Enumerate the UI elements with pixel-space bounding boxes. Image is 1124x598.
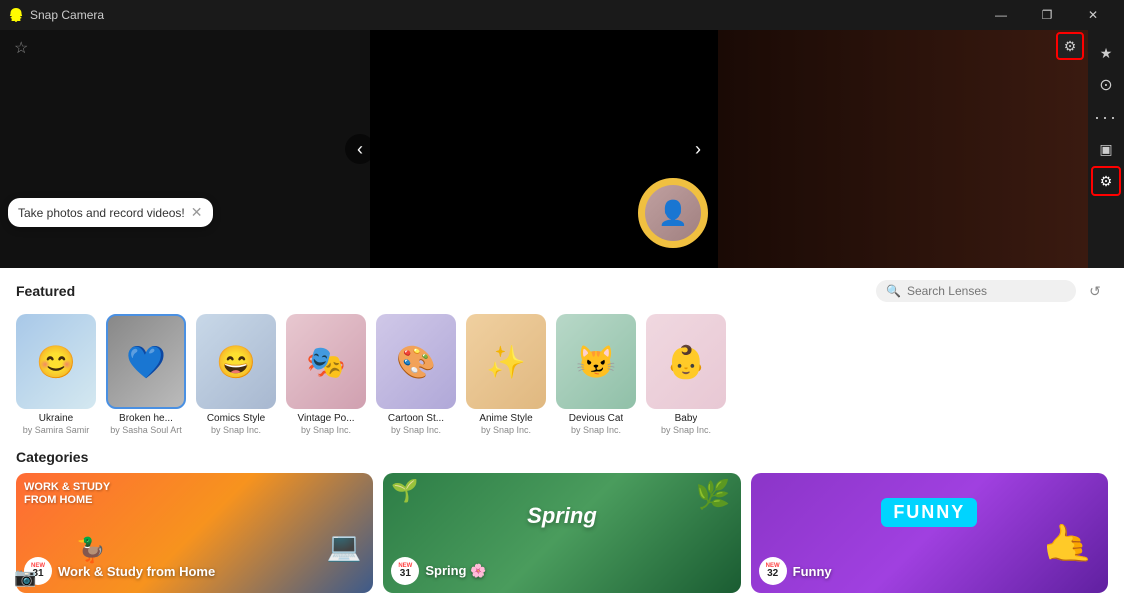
featured-title: Featured — [16, 283, 75, 299]
spring-leaves-icon: 🌿 — [696, 478, 731, 511]
settings-sidebar-icon: ⚙ — [1100, 173, 1113, 190]
lens-item[interactable]: 🎨 Cartoon St...by Snap Inc. — [376, 314, 456, 435]
lens-creator: by Snap Inc. — [301, 425, 351, 435]
lens-item[interactable]: ✨ Anime Styleby Snap Inc. — [466, 314, 546, 435]
lens-thumb-img: 🎭 — [286, 314, 366, 409]
lens-item[interactable]: 💙 Broken he...by Sasha Soul Art — [106, 314, 186, 435]
top-gear-button[interactable]: ⚙ — [1056, 32, 1084, 60]
funny-label-area: NEW 32 Funny — [759, 557, 1100, 585]
lens-name: Cartoon St... — [388, 413, 444, 425]
title-bar-left: Snap Camera — [8, 7, 104, 23]
sidebar-more-button[interactable]: ··· — [1091, 102, 1121, 132]
categories-grid: WORK & STUDYFROM HOME 🦆 💻 NEW 31 Work & … — [0, 473, 1124, 598]
sidebar-settings-button[interactable]: ⚙ — [1091, 166, 1121, 196]
lens-item[interactable]: 😄 Comics Styleby Snap Inc. — [196, 314, 276, 435]
star-sidebar-icon: ★ — [1100, 45, 1113, 62]
camera-left-panel — [0, 30, 370, 268]
funny-text: FUNNY — [881, 498, 977, 527]
lens-thumb-img: 😊 — [16, 314, 96, 409]
maximize-button[interactable]: ❐ — [1024, 0, 1070, 30]
snap-logo-icon — [8, 7, 24, 23]
lens-name: Devious Cat — [569, 413, 623, 425]
lens-name: Comics Style — [207, 413, 265, 425]
search-bar[interactable]: 🔍 — [876, 280, 1076, 302]
active-lens-preview: 👤 — [638, 178, 708, 258]
work-label-area: NEW 31 Work & Study from Home — [24, 557, 365, 585]
funny-count: 32 — [767, 569, 778, 579]
lens-name: Ukraine — [39, 413, 73, 425]
lens-thumb-img: 👶 — [646, 314, 726, 409]
work-cat-name: Work & Study from Home — [58, 564, 215, 579]
camera-prev-button[interactable]: ‹ — [345, 134, 375, 164]
minimize-button[interactable]: — — [978, 0, 1024, 30]
bottom-panel: Featured 🔍 ↺ 😊 Ukraineby Samira Samir 💙 Bro… — [0, 268, 1124, 598]
gallery-sidebar-icon: ▣ — [1099, 141, 1112, 158]
lens-item[interactable]: 🎭 Vintage Po...by Snap Inc. — [286, 314, 366, 435]
tooltip-bar: Take photos and record videos! ✕ — [8, 198, 213, 227]
history-icon: ↺ — [1089, 283, 1101, 300]
sidebar-star-button[interactable]: ★ — [1091, 38, 1121, 68]
lens-name: Vintage Po... — [297, 413, 354, 425]
lens-thumb-img: ✨ — [466, 314, 546, 409]
lens-thumb-img: 😼 — [556, 314, 636, 409]
lens-creator: by Snap Inc. — [481, 425, 531, 435]
featured-header: Featured 🔍 ↺ — [0, 268, 1124, 310]
search-icon: 🔍 — [886, 284, 901, 298]
category-card-spring[interactable]: 🌿 🌱 Spring NEW 31 Spring 🌸 — [383, 473, 740, 593]
active-lens-ghost: 👤 — [638, 178, 708, 248]
spring-cat-name: Spring 🌸 — [425, 563, 486, 579]
category-card-funny[interactable]: FUNNY 🤙 NEW 32 Funny — [751, 473, 1108, 593]
lens-item[interactable]: 😼 Devious Catby Snap Inc. — [556, 314, 636, 435]
lens-item[interactable]: 👶 Babyby Snap Inc. — [646, 314, 726, 435]
funny-cat-name: Funny — [793, 564, 832, 579]
camera-area: ‹ › 👤 — [0, 30, 1088, 268]
close-button[interactable]: ✕ — [1070, 0, 1116, 30]
tooltip-close-button[interactable]: ✕ — [191, 204, 203, 221]
lens-creator: by Sasha Soul Art — [110, 425, 182, 435]
spring-text: Spring — [527, 503, 597, 529]
search-input[interactable] — [907, 284, 1066, 298]
lens-name: Baby — [675, 413, 698, 425]
categories-title: Categories — [0, 445, 1124, 473]
gear-icon: ⚙ — [1064, 38, 1077, 55]
title-bar: Snap Camera — ❐ ✕ — [0, 0, 1124, 30]
camera-right-panel — [718, 30, 1088, 268]
sidebar-camera-button[interactable]: ⊙ — [1091, 70, 1121, 100]
lens-creator: by Snap Inc. — [661, 425, 711, 435]
active-lens-face: 👤 — [645, 185, 701, 241]
spring-count: 31 — [400, 569, 411, 579]
camera-sidebar-icon: ⊙ — [1099, 75, 1112, 95]
app-title: Snap Camera — [30, 8, 104, 22]
category-card-work[interactable]: WORK & STUDYFROM HOME 🦆 💻 NEW 31 Work & … — [16, 473, 373, 593]
lens-creator: by Samira Samir — [23, 425, 90, 435]
camera-next-button[interactable]: › — [683, 134, 713, 164]
history-button[interactable]: ↺ — [1082, 278, 1108, 304]
sidebar-gallery-button[interactable]: ▣ — [1091, 134, 1121, 164]
spring-count-badge: NEW 31 — [391, 557, 419, 585]
lens-creator: by Snap Inc. — [571, 425, 621, 435]
more-icon: ··· — [1094, 107, 1118, 128]
lens-thumb-img: 😄 — [196, 314, 276, 409]
right-sidebar: ★ ⊙ ··· ▣ ⚙ — [1088, 30, 1124, 268]
lens-name: Anime Style — [479, 413, 532, 425]
tooltip-text: Take photos and record videos! — [18, 206, 185, 220]
lens-carousel: 😊Ukraineby Samira Samir💙Broken he...by S… — [0, 310, 1124, 445]
lens-creator: by Snap Inc. — [211, 425, 261, 435]
spring-label-area: NEW 31 Spring 🌸 — [391, 557, 732, 585]
title-bar-controls: — ❐ ✕ — [978, 0, 1116, 30]
camera-button[interactable]: 📷 — [14, 567, 36, 588]
work-deco-text: WORK & STUDYFROM HOME — [24, 481, 110, 507]
lens-thumb-img: 🎨 — [376, 314, 456, 409]
lens-creator: by Snap Inc. — [391, 425, 441, 435]
lens-thumb-img: 💙 — [108, 316, 184, 407]
funny-count-badge: NEW 32 — [759, 557, 787, 585]
lens-name: Broken he... — [119, 413, 173, 425]
spring-flower-icon: 🌱 — [391, 478, 418, 504]
lens-item[interactable]: 😊 Ukraineby Samira Samir — [16, 314, 96, 435]
favorites-button[interactable]: ☆ — [14, 38, 28, 58]
